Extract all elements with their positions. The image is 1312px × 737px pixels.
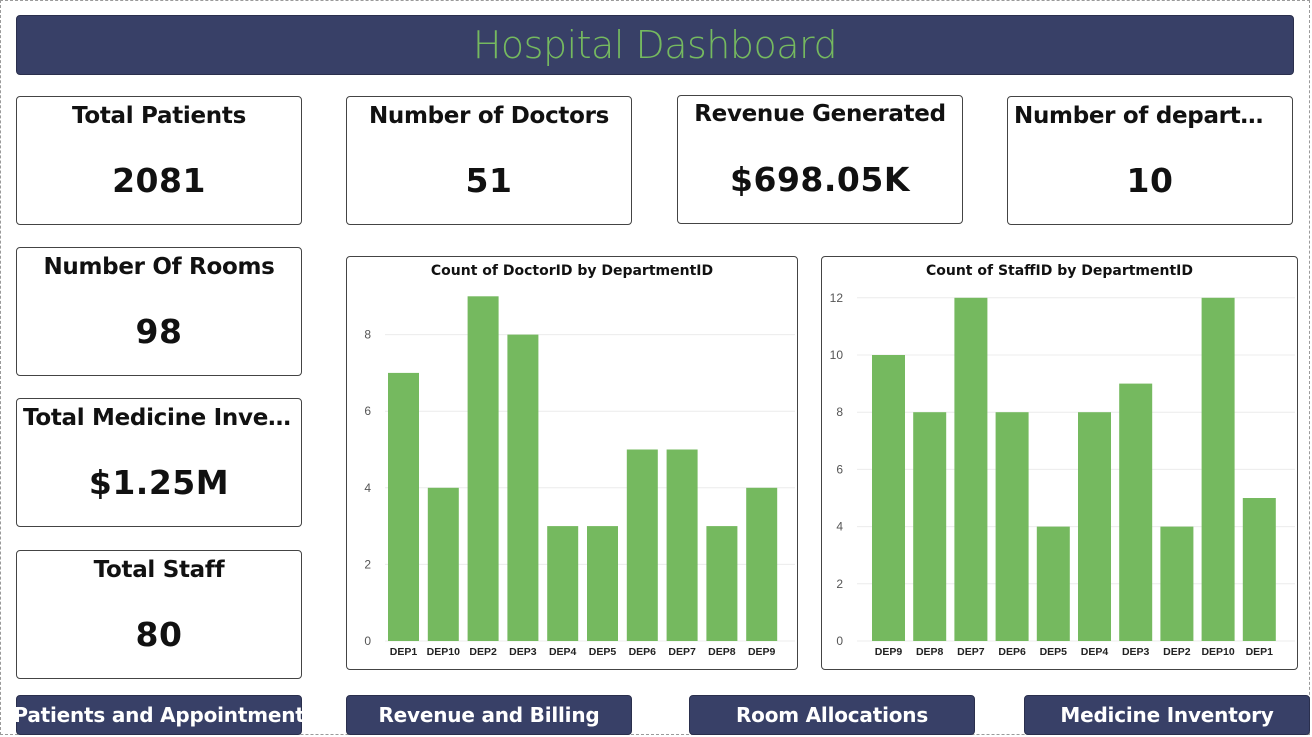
kpi-label: Number Of Rooms	[43, 254, 275, 280]
bar-dep3[interactable]	[507, 334, 539, 641]
kpi-label: Total Patients	[72, 103, 246, 129]
kpi-label: Total Medicine Invent...	[23, 405, 295, 431]
bar-dep5[interactable]	[587, 526, 618, 641]
bar-dep10[interactable]	[427, 487, 459, 641]
x-tick-label: DEP6	[998, 646, 1026, 658]
kpi-card-revenue-generated[interactable]: Revenue Generated $698.05K	[677, 95, 963, 224]
page-title: Hospital Dashboard	[472, 23, 838, 67]
x-tick-label: DEP6	[629, 646, 657, 658]
nav-patients-appointment-button[interactable]: Patients and Appointment	[13, 695, 305, 735]
kpi-label: Revenue Generated	[694, 101, 946, 127]
x-tick-label: DEP9	[748, 646, 776, 658]
kpi-card-number-of-rooms[interactable]: Number Of Rooms 98	[16, 247, 302, 376]
bar-dep8[interactable]	[913, 412, 947, 641]
kpi-value: 98	[135, 312, 183, 351]
bar-dep2[interactable]	[467, 296, 499, 641]
x-tick-label: DEP9	[875, 646, 903, 658]
y-tick-label: 0	[364, 634, 371, 648]
kpi-label: Number of departme...	[1014, 103, 1286, 129]
x-tick-label: DEP10	[1201, 646, 1234, 658]
x-tick-label: DEP1	[390, 646, 418, 658]
y-tick-label: 8	[364, 328, 371, 342]
nav-medicine-inventory-button[interactable]: Medicine Inventory	[1024, 695, 1310, 735]
doctor-count-chart-plot: 0 2 4 6 8 DEP1 DEP10 DEP2 DEP3 DEP4 DEP5 DEP6 DEP7 DE…	[364, 296, 795, 658]
doctor-count-chart[interactable]: Count of DoctorID by DepartmentID 02468D…	[346, 256, 798, 670]
y-tick-label: 0	[836, 634, 843, 648]
kpi-value: 2081	[112, 161, 206, 200]
bar-dep5[interactable]	[1036, 526, 1070, 641]
x-tick-label: DEP7	[668, 646, 696, 658]
bar-dep7[interactable]	[666, 449, 698, 642]
x-tick-label: DEP5	[1040, 646, 1068, 658]
kpi-card-total-patients[interactable]: Total Patients 2081	[16, 96, 302, 225]
x-tick-label: DEP4	[549, 646, 577, 658]
bar-dep8[interactable]	[706, 526, 738, 641]
nav-room-allocations-button[interactable]: Room Allocations	[689, 695, 975, 735]
x-tick-label: DEP8	[708, 646, 736, 658]
bar-dep2[interactable]	[1160, 526, 1194, 641]
x-tick-label: DEP1	[1246, 646, 1274, 658]
y-tick-label: 2	[364, 557, 371, 571]
x-tick-label: DEP2	[469, 646, 497, 658]
x-tick-label: DEP2	[1163, 646, 1191, 658]
y-tick-label: 6	[836, 462, 843, 476]
y-tick-label: 4	[364, 481, 371, 495]
y-tick-label: 6	[364, 404, 371, 418]
bar-dep6[interactable]	[995, 412, 1029, 641]
bar-dep1[interactable]	[1242, 498, 1276, 641]
kpi-label: Total Staff	[93, 557, 225, 583]
kpi-value: 80	[135, 615, 183, 654]
kpi-value: 10	[1126, 161, 1174, 200]
dashboard-header: Hospital Dashboard	[16, 15, 1294, 75]
x-tick-label: DEP3	[1122, 646, 1150, 658]
staff-count-chart[interactable]: Count of StaffID by DepartmentID 0 2 4 6 8 10…	[821, 256, 1298, 670]
bar-dep3[interactable]	[1119, 383, 1153, 641]
y-tick-label: 4	[836, 520, 843, 534]
kpi-card-total-medicine-inventory[interactable]: Total Medicine Invent... $1.25M	[16, 398, 302, 527]
nav-revenue-billing-button[interactable]: Revenue and Billing	[346, 695, 632, 735]
staff-count-chart-plot: 0 2 4 6 8 10 12 DEP9 DEP8 DEP7 DEP6 DEP5 DEP4 DEP3 DEP…	[830, 291, 1295, 658]
kpi-value: $1.25M	[88, 463, 230, 502]
bar-dep9[interactable]	[872, 355, 905, 641]
y-tick-label: 8	[836, 405, 843, 419]
kpi-value: $698.05K	[730, 160, 910, 199]
x-tick-label: DEP8	[916, 646, 944, 658]
x-tick-label: DEP3	[509, 646, 537, 658]
y-tick-label: 12	[830, 291, 844, 305]
bar-dep10[interactable]	[1201, 297, 1235, 641]
kpi-card-number-of-departments[interactable]: Number of departme... 10	[1007, 96, 1293, 225]
kpi-value: 51	[465, 161, 513, 200]
x-tick-label: DEP7	[957, 646, 985, 658]
kpi-card-total-staff[interactable]: Total Staff 80	[16, 550, 302, 679]
x-tick-label: DEP5	[589, 646, 617, 658]
y-tick-label: 2	[836, 577, 843, 591]
bar-dep7[interactable]	[954, 297, 988, 641]
x-tick-label: DEP4	[1081, 646, 1109, 658]
bar-dep1[interactable]	[388, 372, 419, 641]
bar-dep4[interactable]	[1078, 412, 1111, 641]
x-tick-label: DEP10	[427, 646, 460, 658]
bar-dep4[interactable]	[547, 526, 579, 641]
bar-dep9[interactable]	[746, 487, 778, 641]
bar-dep6[interactable]	[626, 449, 658, 642]
kpi-card-number-of-doctors[interactable]: Number of Doctors 51	[346, 96, 632, 225]
kpi-label: Number of Doctors	[368, 103, 610, 129]
y-tick-label: 10	[830, 348, 844, 362]
